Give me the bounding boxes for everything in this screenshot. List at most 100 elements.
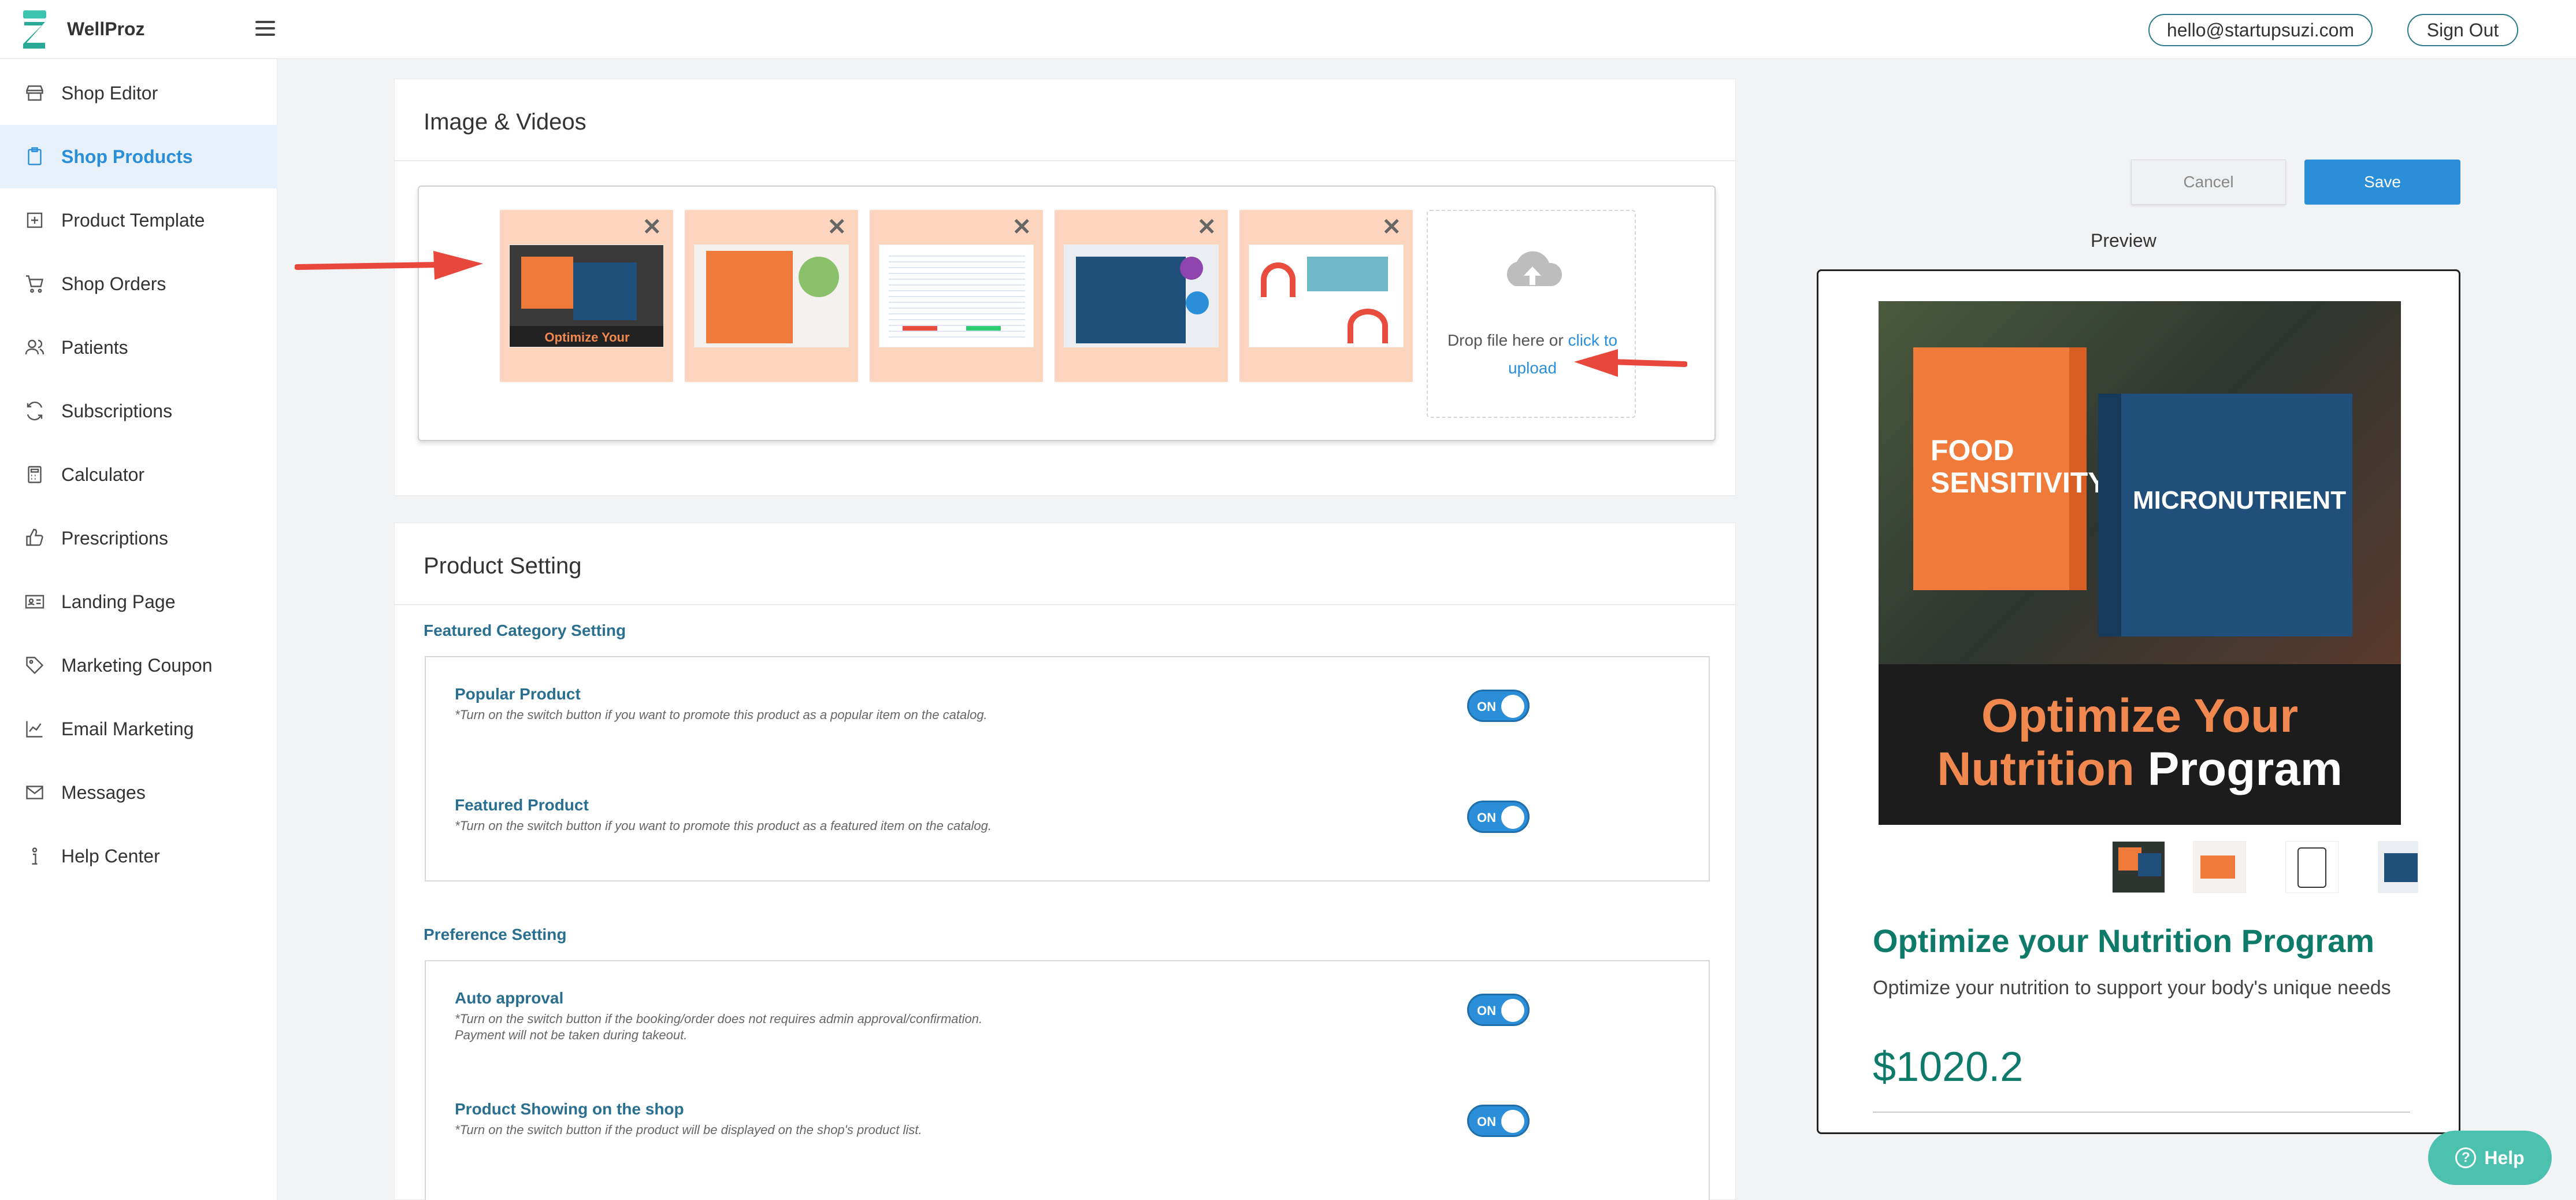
hamburger-menu-icon[interactable]	[255, 21, 275, 36]
toggle-knob	[1501, 695, 1524, 718]
cart-icon	[23, 272, 46, 295]
product-showing-toggle[interactable]: ON	[1467, 1105, 1530, 1137]
setting-title: Featured Product	[455, 796, 589, 814]
product-setting-header: Product Setting	[424, 553, 582, 579]
clipboard-icon	[23, 145, 46, 168]
sidebar-item-label: Marketing Coupon	[61, 654, 213, 676]
thumbs-up-icon	[23, 527, 46, 550]
toggle-label: ON	[1477, 1114, 1496, 1129]
thumb-image	[694, 245, 849, 347]
sidebar-item-prescriptions[interactable]: Prescriptions	[0, 506, 277, 570]
brand-name: WellProz	[67, 18, 145, 39]
setting-desc: *Turn on the switch button if you want t…	[455, 708, 988, 722]
setting-desc: *Turn on the switch button if the produc…	[455, 1123, 922, 1137]
featured-product-toggle[interactable]: ON	[1467, 801, 1530, 833]
preview-thumb[interactable]	[2193, 841, 2246, 893]
media-header: Image & Videos	[424, 109, 587, 135]
featured-settings-box: Popular Product *Turn on the switch butt…	[425, 656, 1710, 882]
thumb-image	[1064, 245, 1219, 347]
dropzone-label: Drop file here or	[1447, 331, 1564, 349]
id-card-icon	[23, 590, 46, 613]
sidebar-item-label: Landing Page	[61, 591, 176, 612]
sign-out-button[interactable]: Sign Out	[2407, 14, 2518, 46]
top-bar: WellProz hello@startupsuzi.com Sign Out	[0, 0, 2576, 59]
media-thumb[interactable]: ✕	[685, 210, 858, 382]
food-sensitivity-box: FOOD SENSITIVITY	[1913, 347, 2107, 590]
sidebar-item-shop-editor[interactable]: Shop Editor	[0, 61, 277, 125]
auto-approval-toggle[interactable]: ON	[1467, 994, 1530, 1026]
toggle-label: ON	[1477, 1003, 1496, 1018]
media-thumb[interactable]: ✕	[1239, 210, 1413, 382]
chart-line-icon	[23, 717, 46, 740]
thumb-caption: Optimize Your	[510, 326, 663, 347]
thumb-image: Optimize Your	[509, 245, 664, 347]
close-icon[interactable]: ✕	[642, 216, 662, 239]
preview-thumbnail-strip	[2112, 841, 2424, 893]
toggle-knob	[1501, 999, 1524, 1022]
sidebar-item-label: Prescriptions	[61, 527, 168, 549]
sidebar-item-label: Patients	[61, 336, 128, 358]
setting-title: Product Showing on the shop	[455, 1100, 684, 1118]
toggle-knob	[1501, 806, 1524, 829]
sidebar-item-shop-products[interactable]: Shop Products	[0, 125, 277, 188]
cancel-button[interactable]: Cancel	[2131, 160, 2286, 205]
divider	[395, 604, 1735, 605]
sidebar-item-email-marketing[interactable]: Email Marketing	[0, 697, 277, 761]
caption-orange: Optimize Your	[1981, 690, 2299, 742]
toggle-label: ON	[1477, 810, 1496, 825]
thumb-image	[879, 245, 1034, 347]
product-title: Optimize your Nutrition Program	[1873, 923, 2375, 959]
preference-settings-box: Auto approval *Turn on the switch button…	[425, 960, 1710, 1200]
sidebar-item-label: Shop Orders	[61, 273, 166, 294]
preference-setting-label: Preference Setting	[424, 925, 567, 943]
micronutrient-box: MICRONUTRIENT	[2098, 394, 2352, 636]
media-thumb[interactable]: ✕	[870, 210, 1043, 382]
preview-image-caption: Optimize Your Nutrition Program	[1879, 664, 2401, 825]
annotation-arrow-icon	[1574, 349, 1687, 377]
sidebar-item-label: Email Marketing	[61, 718, 194, 739]
divider	[395, 160, 1735, 161]
popular-product-toggle[interactable]: ON	[1467, 690, 1530, 722]
media-thumb[interactable]: ✕ Optimize Your	[500, 210, 673, 382]
sidebar-item-subscriptions[interactable]: Subscriptions	[0, 379, 277, 443]
help-button[interactable]: ? Help	[2428, 1131, 2552, 1185]
setting-desc: Payment will not be taken during takeout…	[455, 1028, 688, 1042]
sidebar-item-shop-orders[interactable]: Shop Orders	[0, 252, 277, 316]
sidebar-item-label: Shop Products	[61, 146, 193, 167]
preview-label: Preview	[2091, 230, 2156, 251]
sidebar-item-marketing-coupon[interactable]: Marketing Coupon	[0, 634, 277, 697]
sidebar: Shop Editor Shop Products Product Templa…	[0, 59, 277, 1200]
close-icon[interactable]: ✕	[1012, 216, 1031, 239]
media-thumb[interactable]: ✕	[1055, 210, 1228, 382]
sidebar-item-patients[interactable]: Patients	[0, 316, 277, 379]
sidebar-item-product-template[interactable]: Product Template	[0, 188, 277, 252]
sidebar-item-label: Calculator	[61, 464, 145, 485]
sidebar-item-calculator[interactable]: Calculator	[0, 443, 277, 506]
user-email-button[interactable]: hello@startupsuzi.com	[2148, 14, 2373, 46]
sidebar-item-label: Help Center	[61, 845, 160, 866]
close-icon[interactable]: ✕	[1197, 216, 1216, 239]
sidebar-item-help-center[interactable]: Help Center	[0, 824, 277, 888]
media-upload-box: ✕ Optimize Your ✕ ✕ ✕ ✕ Drop file here o…	[418, 186, 1716, 441]
preview-thumb[interactable]	[2112, 841, 2165, 893]
info-icon	[23, 845, 46, 868]
product-price: $1020.2	[1873, 1044, 2024, 1090]
sidebar-item-landing-page[interactable]: Landing Page	[0, 570, 277, 634]
help-label: Help	[2484, 1147, 2525, 1168]
preview-thumb[interactable]	[2378, 841, 2418, 893]
product-description: Optimize your nutrition to support your …	[1873, 977, 2391, 999]
setting-desc: *Turn on the switch button if the bookin…	[455, 1012, 983, 1026]
envelope-icon	[23, 781, 46, 804]
close-icon[interactable]: ✕	[1382, 216, 1401, 239]
box1-label: FOOD SENSITIVITY	[1931, 434, 2107, 499]
cloud-upload-icon	[1506, 251, 1562, 286]
file-dropzone[interactable]: Drop file here or click to upload	[1427, 210, 1636, 418]
sidebar-item-messages[interactable]: Messages	[0, 761, 277, 824]
close-icon[interactable]: ✕	[827, 216, 847, 239]
refresh-icon	[23, 399, 46, 423]
preview-image[interactable]: FOOD SENSITIVITY MICRONUTRIENT Optimize …	[1879, 301, 2401, 825]
media-card: Image & Videos ✕ Optimize Your ✕ ✕ ✕ ✕ D…	[394, 79, 1736, 496]
save-button[interactable]: Save	[2304, 160, 2460, 205]
preview-thumb[interactable]	[2285, 841, 2339, 893]
preview-card: FOOD SENSITIVITY MICRONUTRIENT Optimize …	[1817, 269, 2460, 1134]
